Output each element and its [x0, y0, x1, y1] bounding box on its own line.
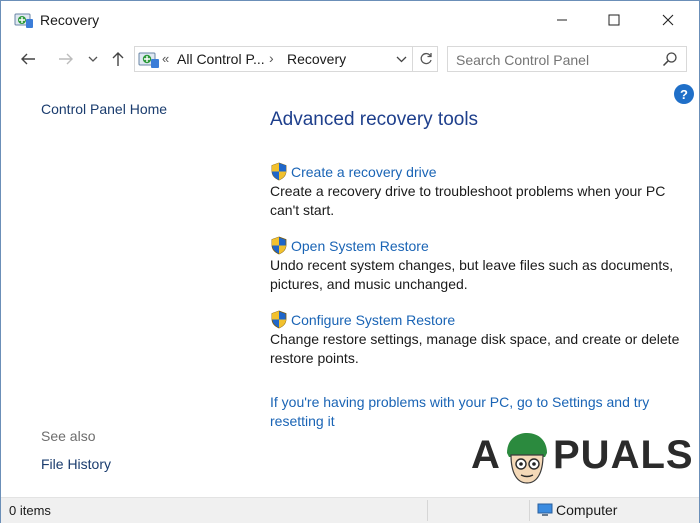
watermark-letters: PUALS — [553, 433, 694, 477]
option-description: Change restore settings, manage disk spa… — [270, 331, 680, 366]
back-button[interactable] — [15, 47, 41, 71]
option-description: Create a recovery drive to troubleshoot … — [270, 183, 666, 218]
uac-shield-icon — [271, 236, 287, 255]
window-title: Recovery — [40, 12, 100, 28]
refresh-icon — [420, 52, 432, 65]
create-recovery-drive-link[interactable]: Create a recovery drive — [270, 162, 690, 181]
recent-locations-button[interactable] — [84, 47, 102, 71]
link-label[interactable]: Configure System Restore — [291, 312, 455, 328]
content-area: Control Panel Home ? Advanced recovery t… — [1, 79, 699, 497]
file-history-link[interactable]: File History — [41, 456, 111, 472]
recovery-option-open-restore: Open System Restore Undo recent system c… — [270, 236, 690, 294]
refresh-button[interactable] — [412, 47, 438, 71]
close-icon — [662, 14, 674, 26]
link-label[interactable]: Create a recovery drive — [291, 164, 437, 180]
close-button[interactable] — [645, 1, 691, 39]
address-dropdown-button[interactable] — [391, 47, 411, 71]
breadcrumb-separator[interactable]: › — [269, 50, 274, 66]
computer-icon — [537, 503, 553, 516]
status-bar: 0 items Computer — [1, 497, 699, 523]
maximize-button[interactable] — [591, 1, 637, 39]
chevron-down-icon — [88, 56, 98, 62]
minimize-button[interactable] — [539, 1, 585, 39]
control-panel-home-link[interactable]: Control Panel Home — [41, 101, 167, 117]
watermark-letter-a: A — [471, 433, 501, 477]
link-label[interactable]: Open System Restore — [291, 238, 429, 254]
breadcrumb-recovery[interactable]: Recovery — [287, 51, 346, 67]
open-system-restore-link[interactable]: Open System Restore — [270, 236, 690, 255]
page-title: Advanced recovery tools — [270, 109, 479, 130]
configure-system-restore-link[interactable]: Configure System Restore — [270, 310, 690, 329]
status-location: Computer — [537, 502, 617, 518]
back-arrow-icon — [21, 53, 35, 65]
recovery-option-create-drive: Create a recovery drive Create a recover… — [270, 162, 690, 220]
address-bar[interactable]: « All Control P... › Recovery — [134, 46, 438, 72]
control-panel-icon — [138, 52, 159, 68]
up-arrow-icon — [112, 52, 124, 66]
search-input[interactable] — [456, 52, 656, 68]
maximize-icon — [608, 14, 620, 26]
control-panel-icon — [14, 13, 33, 28]
location-label: Computer — [556, 502, 618, 518]
appuals-watermark: A PUALS — [471, 431, 693, 487]
title-bar: Recovery — [1, 1, 699, 39]
search-icon[interactable] — [662, 51, 678, 67]
item-count: 0 items — [9, 503, 51, 518]
recovery-option-configure-restore: Configure System Restore Change restore … — [270, 310, 690, 368]
mascot-icon — [507, 433, 547, 484]
up-button[interactable] — [105, 47, 131, 71]
option-description: Undo recent system changes, but leave fi… — [270, 257, 674, 292]
forward-button[interactable] — [53, 47, 79, 71]
recovery-window: Recovery « All Control P... › Recovery S… — [0, 0, 700, 523]
minimize-icon — [557, 19, 567, 21]
reset-pc-settings-link[interactable]: If you're having problems with your PC, … — [270, 393, 680, 431]
status-divider — [529, 500, 530, 521]
see-also-heading: See also — [41, 428, 96, 444]
search-box[interactable] — [447, 46, 687, 72]
chevron-down-icon — [396, 56, 406, 62]
overflow-chevron[interactable]: « — [162, 51, 169, 66]
uac-shield-icon — [271, 162, 287, 181]
uac-shield-icon — [271, 310, 287, 329]
navigation-bar: « All Control P... › Recovery — [1, 39, 699, 79]
help-icon[interactable]: ? — [674, 84, 694, 104]
status-divider — [427, 500, 428, 521]
forward-arrow-icon — [59, 53, 73, 65]
breadcrumb-all-control-panel[interactable]: All Control P... — [177, 51, 265, 67]
